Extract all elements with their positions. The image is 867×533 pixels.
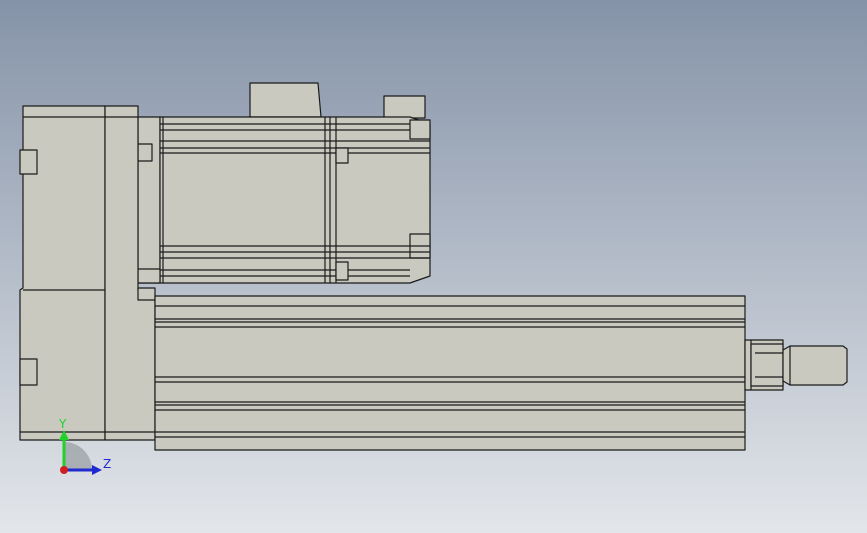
actuator-rail xyxy=(154,295,746,451)
motor-connector-left xyxy=(249,82,322,118)
z-axis-label: Z xyxy=(103,457,111,471)
servo-motor-body xyxy=(137,116,431,284)
x-axis-dot xyxy=(60,466,68,474)
drive-housing xyxy=(19,105,156,441)
y-axis-label: Y xyxy=(58,417,67,431)
cad-viewport[interactable]: Y Z xyxy=(0,0,867,533)
piston-rod-end xyxy=(744,339,848,391)
motor-connector-right xyxy=(383,95,426,119)
